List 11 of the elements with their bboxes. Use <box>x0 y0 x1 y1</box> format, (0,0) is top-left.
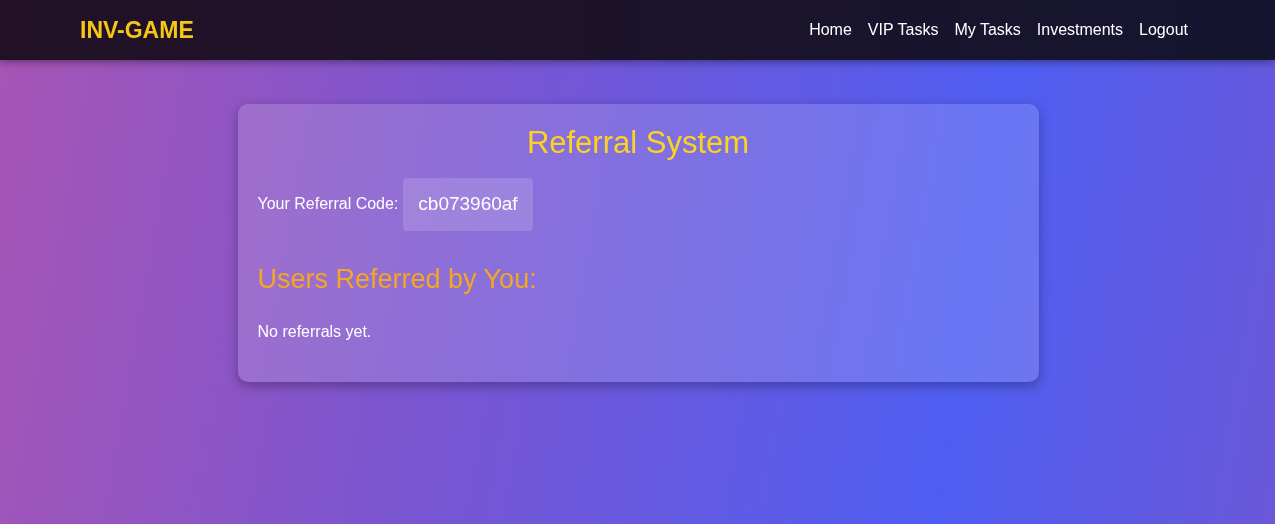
nav-link[interactable]: Home <box>809 18 852 42</box>
code-label: Your Referral Code: <box>257 194 399 215</box>
card-title: Referral System <box>525 124 751 162</box>
section-heading: Users Referred by You: <box>257 262 538 296</box>
referral-code: cb073960af <box>403 178 533 231</box>
nav-link[interactable]: My Tasks <box>954 18 1021 42</box>
nav-link[interactable]: Logout <box>1139 18 1188 42</box>
brand-logo[interactable]: INV-GAME <box>80 12 194 48</box>
nav-link[interactable]: VIP Tasks <box>867 18 939 42</box>
empty-message: No referrals yet. <box>257 322 373 342</box>
nav-link[interactable]: Investments <box>1036 18 1124 42</box>
